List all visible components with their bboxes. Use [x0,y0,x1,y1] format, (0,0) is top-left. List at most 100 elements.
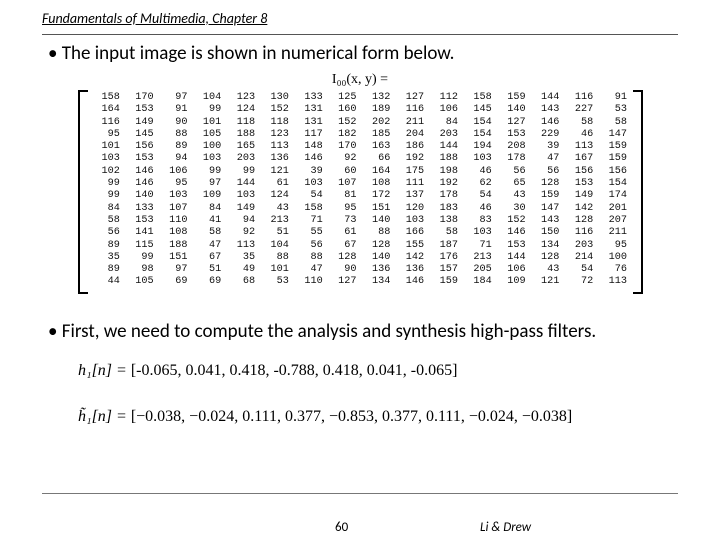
matrix-cell: 95 [158,178,192,190]
matrix-cell: 97 [191,178,225,190]
matrix-cell: 202 [361,117,395,129]
matrix-cell: 203 [563,240,597,252]
matrix-cell: 188 [428,153,462,165]
matrix-cell: 127 [327,276,361,288]
matrix-cell: 91 [158,104,192,116]
matrix-cell: 95 [90,129,124,141]
matrix-cell: 170 [327,141,361,153]
matrix-cell: 101 [90,141,124,153]
matrix-cell: 201 [597,203,631,215]
filter-h1-lhs: h₁[n] = [78,362,131,379]
matrix-cell: 134 [530,240,564,252]
matrix-cell: 61 [259,178,293,190]
matrix-cell: 43 [496,190,530,202]
matrix-cell: 92 [327,153,361,165]
matrix-cell: 101 [259,264,293,276]
matrix-cell: 53 [259,276,293,288]
matrix-cell: 81 [327,190,361,202]
matrix-cell: 92 [225,227,259,239]
matrix-cell: 184 [462,276,496,288]
matrix-cell: 211 [394,117,428,129]
matrix-cell: 140 [496,104,530,116]
matrix-cell: 99 [191,166,225,178]
matrix-cell: 89 [158,141,192,153]
matrix-row: 1161499010111811813115220221184154127146… [90,117,631,129]
matrix-cell: 113 [597,276,631,288]
matrix-cell: 103 [158,190,192,202]
matrix-cell: 105 [191,129,225,141]
matrix-cell: 165 [225,141,259,153]
matrix-cell: 178 [496,153,530,165]
matrix-row: 1031539410320313614692661921881031784716… [90,153,631,165]
matrix-cell: 51 [259,227,293,239]
matrix-cell: 189 [361,104,395,116]
matrix-cell: 159 [530,190,564,202]
matrix-cell: 127 [394,92,428,104]
matrix-cell: 109 [191,190,225,202]
matrix-cell: 51 [191,264,225,276]
matrix-row: 4410569696853110127134146159184109121721… [90,276,631,288]
matrix-cell: 84 [191,203,225,215]
matrix-cell: 153 [563,178,597,190]
matrix-cell: 146 [496,227,530,239]
matrix-cell: 160 [327,104,361,116]
matrix-cell: 35 [90,252,124,264]
matrix-cell: 203 [225,153,259,165]
matrix-cell: 116 [563,227,597,239]
matrix-cell: 182 [327,129,361,141]
matrix-row: 8413310784149431589515112018346301471422… [90,203,631,215]
matrix-cell: 194 [462,141,496,153]
matrix-cell: 128 [361,240,395,252]
matrix-cell: 137 [394,190,428,202]
matrix-cell: 116 [90,117,124,129]
matrix-row: 9514588105188123117182185204203154153229… [90,129,631,141]
matrix-row: 9914695971446110310710811119262651281531… [90,178,631,190]
matrix-cell: 95 [597,240,631,252]
matrix-cell: 214 [563,252,597,264]
header-rule [42,34,678,35]
matrix-cell: 145 [462,104,496,116]
matrix-cell: 159 [597,153,631,165]
bullet-input-image: • The input image is shown in numerical … [48,42,454,65]
matrix-row: 5614110858925155618816658103146150116211 [90,227,631,239]
matrix-cell: 167 [563,153,597,165]
matrix-cell: 113 [563,141,597,153]
matrix-cell: 88 [158,129,192,141]
matrix-cell: 144 [496,252,530,264]
matrix-cell: 192 [394,153,428,165]
matrix-cell: 153 [124,215,158,227]
matrix-cell: 65 [496,178,530,190]
matrix-cell: 41 [191,215,225,227]
filter-h1: h₁[n] = [-0.065, 0.041, 0.418, -0.788, 0… [78,362,572,380]
matrix-cell: 58 [191,227,225,239]
matrix-cell: 149 [563,190,597,202]
matrix-cell: 211 [597,227,631,239]
matrix-cell: 99 [124,252,158,264]
matrix-row: 1641539199124152131160189116106145140143… [90,104,631,116]
matrix-cell: 106 [496,264,530,276]
matrix-cell: 146 [293,153,327,165]
matrix-cell: 140 [124,190,158,202]
matrix-cell: 43 [259,203,293,215]
matrix-cell: 136 [394,264,428,276]
matrix-cell: 110 [293,276,327,288]
matrix-cell: 90 [327,264,361,276]
matrix-cell: 192 [428,178,462,190]
filter-h1-tilde: h̃₁[n] = [−0.038, −0.024, 0.111, 0.377, … [78,408,572,426]
matrix-cell: 55 [293,227,327,239]
matrix-row: 1021461069999121396016417519846565615615… [90,166,631,178]
filter-h1-values: [-0.065, 0.041, 0.418, -0.788, 0.418, 0.… [131,362,458,379]
matrix-cell: 142 [563,203,597,215]
footer-rule [42,493,678,494]
matrix-cell: 47 [191,240,225,252]
matrix-cell: 67 [191,252,225,264]
matrix-cell: 56 [496,166,530,178]
matrix-cell: 213 [462,252,496,264]
matrix-cell: 116 [394,104,428,116]
matrix-cell: 71 [462,240,496,252]
matrix-cell: 104 [259,240,293,252]
matrix-cell: 144 [530,92,564,104]
matrix-cell: 54 [462,190,496,202]
matrix-cell: 53 [597,104,631,116]
matrix-cell: 83 [462,215,496,227]
